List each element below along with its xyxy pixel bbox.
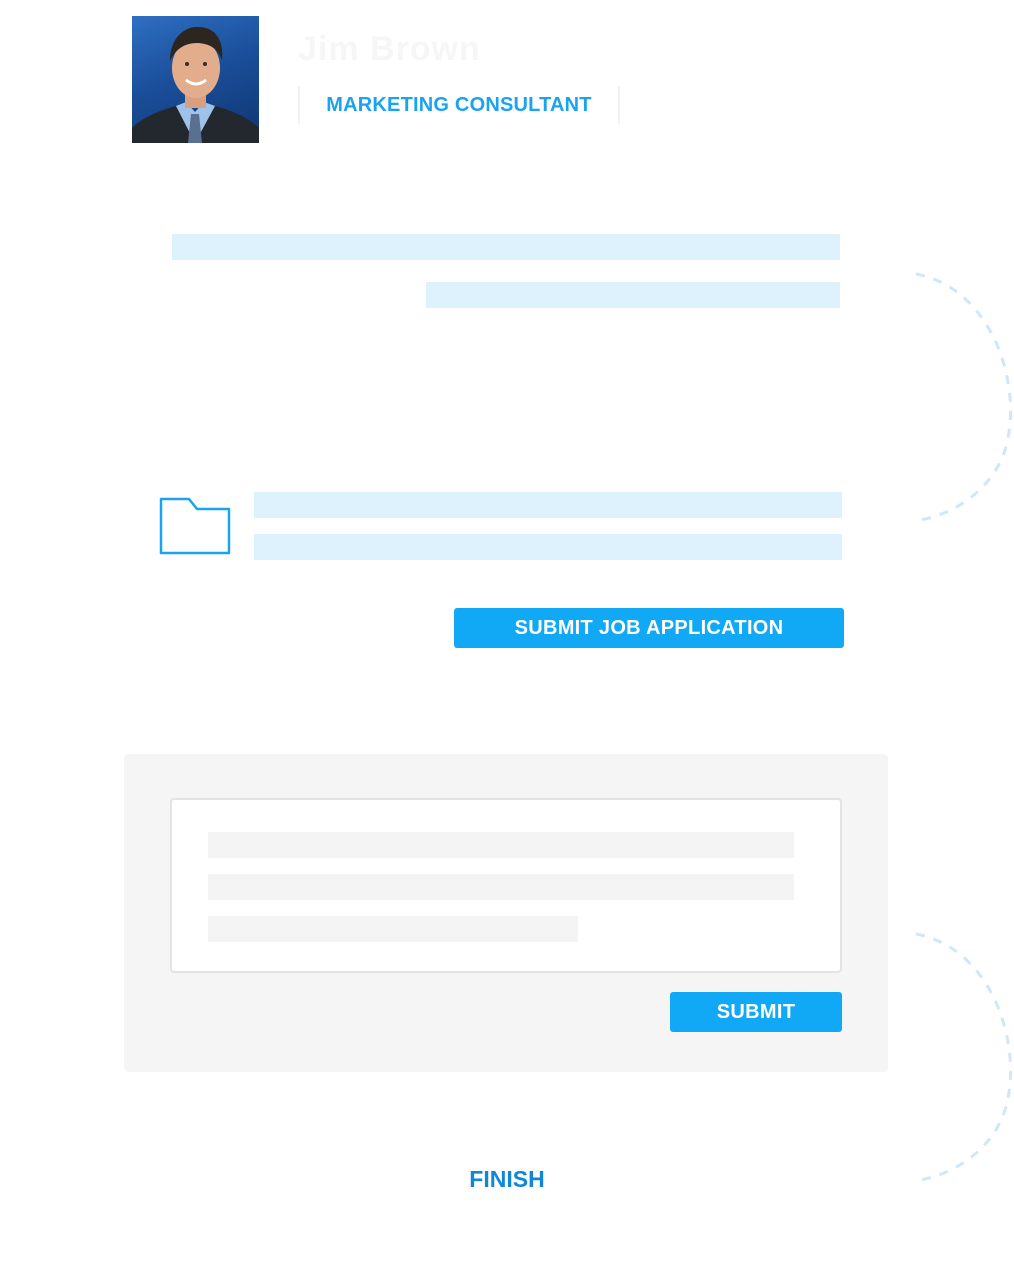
message-line <box>208 832 794 858</box>
skeleton-line <box>172 234 840 260</box>
submit-button[interactable]: SUBMIT <box>670 992 842 1032</box>
attachment-line <box>254 492 842 518</box>
candidate-name: Jim Brown <box>298 30 481 68</box>
message-line <box>208 916 578 942</box>
attachment-line <box>254 534 842 560</box>
decorative-arc-top <box>915 272 1013 522</box>
decorative-arc-bottom <box>915 932 1013 1182</box>
skeleton-line <box>426 282 840 308</box>
submit-job-application-button[interactable]: SUBMIT JOB APPLICATION <box>454 608 844 648</box>
message-line <box>208 874 794 900</box>
job-title-badge: MARKETING CONSULTANT <box>298 86 620 124</box>
finish-link[interactable]: FINISH <box>0 1166 1014 1193</box>
avatar <box>132 16 259 143</box>
job-title: MARKETING CONSULTANT <box>326 93 592 116</box>
folder-icon[interactable] <box>159 497 231 555</box>
person-photo-icon <box>132 26 259 143</box>
